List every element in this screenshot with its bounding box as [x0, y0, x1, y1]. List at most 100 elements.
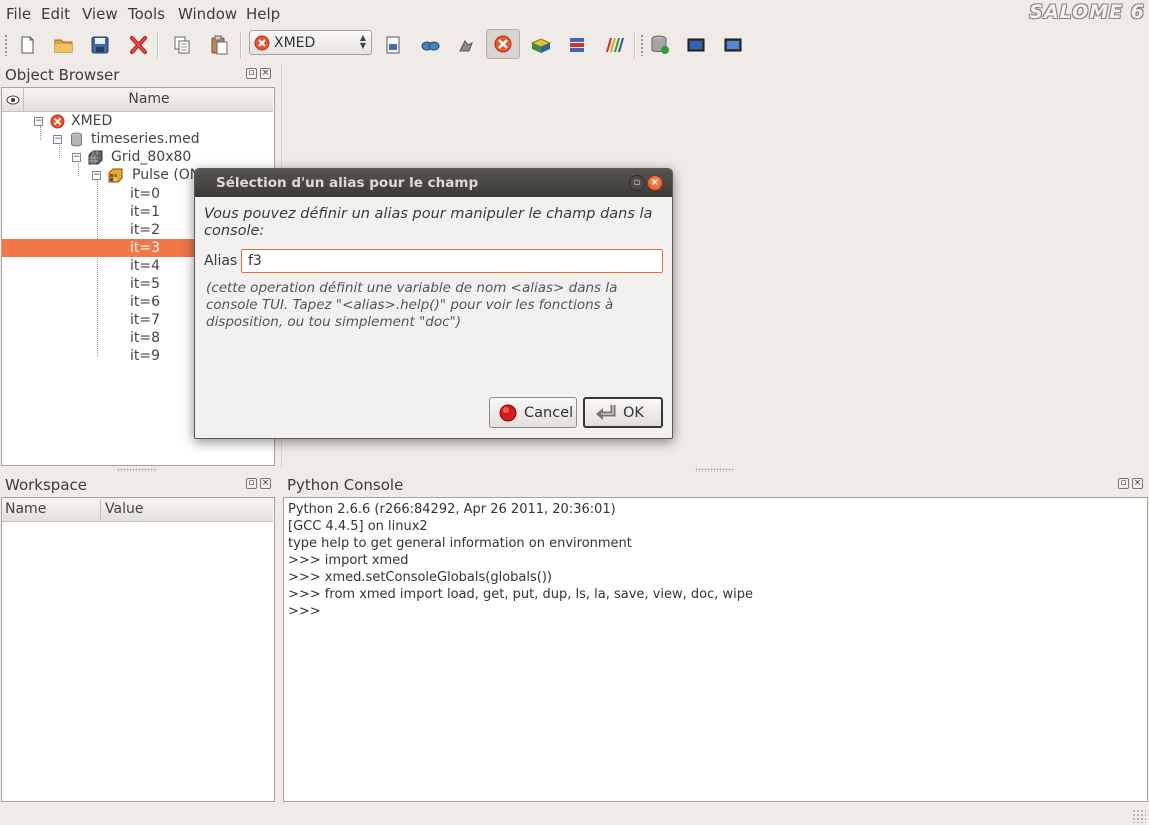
- enter-arrow-icon: [596, 404, 616, 420]
- load-script-icon: [421, 41, 440, 51]
- tree-item-iteration[interactable]: it=5: [130, 275, 160, 293]
- tree-guide: [78, 163, 79, 176]
- post-pro-module-button[interactable]: [600, 31, 628, 59]
- workspace-column-name[interactable]: Name: [5, 501, 46, 517]
- cancel-button[interactable]: Cancel: [489, 397, 577, 428]
- new-document-button[interactable]: [13, 31, 41, 59]
- console-line: >>> xmed.setConsoleGlobals(globals()): [288, 570, 552, 585]
- horizontal-splitter-handle[interactable]: [117, 468, 157, 472]
- size-grip[interactable]: [1132, 809, 1146, 823]
- occ-viewer-icon: [724, 38, 742, 52]
- tree-item-label: it=2: [130, 222, 161, 238]
- toolbar-grip[interactable]: [640, 34, 644, 56]
- collapse-icon[interactable]: −: [72, 153, 81, 162]
- close-study-button[interactable]: [124, 31, 152, 59]
- geometry-module-button[interactable]: [527, 31, 555, 59]
- toolbar-grip[interactable]: [4, 34, 8, 56]
- object-browser-dock-buttons: ▫ ×: [246, 68, 271, 79]
- tree-item-iteration[interactable]: it=9: [130, 347, 160, 365]
- vtk-viewer-button[interactable]: [683, 31, 711, 59]
- menu-view[interactable]: View: [82, 5, 118, 23]
- occ-viewer-button[interactable]: [720, 31, 748, 59]
- toolbar-separator: [634, 32, 636, 58]
- collapse-icon[interactable]: −: [53, 135, 62, 144]
- maximize-icon[interactable]: ▫: [629, 175, 645, 191]
- database-icon: [71, 132, 82, 147]
- workspace-column-value[interactable]: Value: [105, 501, 143, 517]
- dialog-description: Vous pouvez définir un alias pour manipu…: [204, 206, 653, 239]
- module-selector-combo[interactable]: XMED ▲ ▼: [249, 30, 372, 55]
- close-study-icon: [130, 36, 147, 54]
- object-browser-title: Object Browser: [5, 66, 120, 84]
- post-pro-module-icon: [606, 38, 624, 52]
- mesh-module-icon: [570, 38, 584, 52]
- mesh-grid-icon: [88, 150, 103, 165]
- paste-button[interactable]: [205, 31, 233, 59]
- collapse-icon[interactable]: −: [92, 171, 101, 180]
- xmed-module-button[interactable]: [486, 29, 520, 59]
- dialog-note: (cette operation définit une variable de…: [206, 280, 618, 330]
- console-line: >>> import xmed: [288, 553, 409, 568]
- tree-item-iteration[interactable]: it=4: [130, 257, 160, 275]
- object-browser-header: Name: [2, 88, 273, 112]
- column-divider: [100, 500, 101, 520]
- workspace-table[interactable]: [1, 497, 275, 802]
- tree-item-iteration[interactable]: it=7: [130, 311, 160, 329]
- main-toolbar: XMED ▲ ▼: [0, 28, 1149, 62]
- tree-item-label: Pulse (ON: [132, 167, 201, 183]
- tree-item-iteration-selected[interactable]: it=3: [130, 239, 160, 257]
- tree-item-label: it=4: [130, 258, 161, 274]
- workspace-dock-buttons: ▫ ×: [246, 478, 271, 489]
- ok-label: OK: [623, 404, 644, 421]
- save-button[interactable]: [86, 31, 114, 59]
- python-console-title: Python Console: [287, 476, 404, 494]
- toolbar-separator: [240, 32, 242, 58]
- dump-study-button[interactable]: [379, 31, 407, 59]
- spinner-arrows-icon: ▲ ▼: [359, 33, 366, 50]
- copy-button[interactable]: [168, 31, 196, 59]
- new-document-icon: [21, 36, 34, 54]
- collapse-icon[interactable]: −: [34, 117, 43, 126]
- alias-label: Alias: [204, 253, 238, 269]
- ok-button[interactable]: OK: [583, 397, 663, 428]
- float-panel-icon[interactable]: ▫: [1118, 478, 1129, 489]
- catalog-generator-button[interactable]: [452, 31, 480, 59]
- name-column-header[interactable]: Name: [25, 91, 273, 107]
- database-icon: [651, 35, 669, 54]
- menu-file[interactable]: File: [6, 5, 31, 23]
- horizontal-splitter-handle[interactable]: [695, 468, 735, 472]
- alias-input[interactable]: [241, 249, 663, 273]
- tree-item-label: it=6: [130, 294, 161, 310]
- tree-item-iteration[interactable]: it=6: [130, 293, 160, 311]
- tree-item-iteration[interactable]: it=1: [130, 203, 160, 221]
- close-icon[interactable]: ×: [647, 175, 663, 191]
- load-script-button[interactable]: [416, 31, 444, 59]
- xmed-module-icon: [50, 114, 65, 129]
- save-icon: [91, 36, 109, 54]
- close-panel-icon[interactable]: ×: [260, 478, 271, 489]
- menu-edit[interactable]: Edit: [41, 5, 70, 23]
- float-panel-icon[interactable]: ▫: [246, 478, 257, 489]
- console-prompt[interactable]: >>>: [288, 604, 321, 619]
- dialog-title-bar[interactable]: Sélection d'un alias pour le champ ▫ ×: [195, 169, 672, 197]
- menu-help[interactable]: Help: [246, 5, 280, 23]
- visibility-column-header[interactable]: [2, 88, 24, 111]
- tree-item-label: Grid_80x80: [111, 149, 192, 165]
- tree-item-label: it=8: [130, 330, 161, 346]
- dialog-title: Sélection d'un alias pour le champ: [216, 175, 479, 191]
- database-button[interactable]: [646, 31, 674, 59]
- mesh-module-button[interactable]: [563, 31, 591, 59]
- float-panel-icon[interactable]: ▫: [246, 68, 257, 79]
- tree-item-iteration[interactable]: it=0: [130, 185, 160, 203]
- close-panel-icon[interactable]: ×: [260, 68, 271, 79]
- tree-item-label: it=7: [130, 312, 161, 328]
- workspace-title: Workspace: [5, 476, 87, 494]
- tree-item-iteration[interactable]: it=2: [130, 221, 160, 239]
- menu-window[interactable]: Window: [178, 5, 237, 23]
- close-panel-icon[interactable]: ×: [1132, 478, 1143, 489]
- tree-item-iteration[interactable]: it=8: [130, 329, 160, 347]
- menu-tools[interactable]: Tools: [128, 5, 165, 23]
- xmed-module-icon: [494, 35, 512, 53]
- open-button[interactable]: [50, 31, 78, 59]
- tree-guide: [40, 126, 41, 140]
